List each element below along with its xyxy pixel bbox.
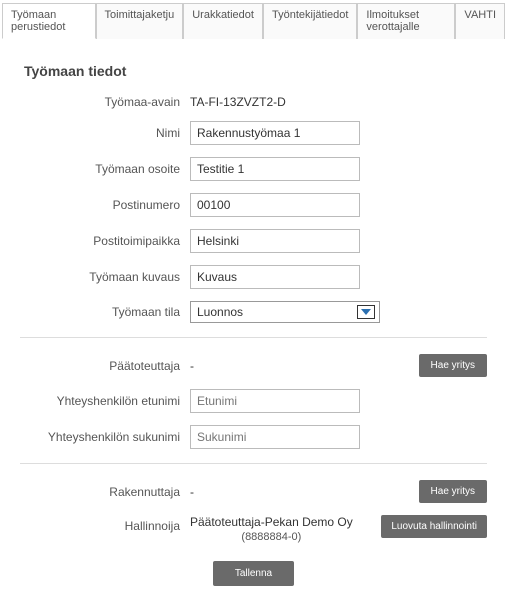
label-sukunimi: Yhteyshenkilön sukunimi	[20, 430, 190, 444]
input-osoite[interactable]	[190, 157, 360, 181]
chevron-down-icon	[357, 305, 375, 319]
section-title: Työmaan tiedot	[24, 63, 487, 79]
hae-yritys-button-paatoteuttaja[interactable]: Hae yritys	[419, 354, 487, 377]
tab-bar: Työmaan perustiedot Toimittajaketju Urak…	[2, 2, 505, 39]
input-nimi[interactable]	[190, 121, 360, 145]
hae-yritys-button-rakennuttaja[interactable]: Hae yritys	[419, 480, 487, 503]
tab-tyontekijatiedot[interactable]: Työntekijätiedot	[263, 3, 357, 39]
tab-vahti[interactable]: VAHTI	[455, 3, 505, 39]
input-postinumero[interactable]	[190, 193, 360, 217]
luovuta-hallinnointi-button[interactable]: Luovuta hallinnointi	[381, 515, 487, 538]
label-paatoteuttaja: Päätoteuttaja	[20, 359, 190, 373]
value-rakennuttaja: -	[190, 485, 194, 499]
tab-perustiedot[interactable]: Työmaan perustiedot	[2, 3, 96, 39]
tallenna-button[interactable]: Tallenna	[213, 561, 294, 586]
input-kuvaus[interactable]	[190, 265, 360, 289]
label-postitoimipaikka: Postitoimipaikka	[20, 234, 190, 248]
value-hallinnoija: Päätoteuttaja-Pekan Demo Oy	[190, 515, 353, 529]
tab-toimittajaketju[interactable]: Toimittajaketju	[96, 3, 184, 39]
label-rakennuttaja: Rakennuttaja	[20, 485, 190, 499]
label-osoite: Työmaan osoite	[20, 162, 190, 176]
tab-urakkatiedot[interactable]: Urakkatiedot	[183, 3, 263, 39]
value-paatoteuttaja: -	[190, 359, 194, 373]
tab-ilmoitukset[interactable]: Ilmoitukset verottajalle	[357, 3, 455, 39]
separator	[20, 463, 487, 464]
separator	[20, 337, 487, 338]
form-panel: Työmaan tiedot Työmaa-avain TA-FI-13ZVZT…	[0, 39, 507, 610]
label-etunimi: Yhteyshenkilön etunimi	[20, 394, 190, 408]
label-tila: Työmaan tila	[20, 305, 190, 319]
select-tila-value: Luonnos	[197, 305, 243, 319]
label-hallinnoija: Hallinnoija	[20, 515, 190, 533]
value-tyomaa-avain: TA-FI-13ZVZT2-D	[190, 95, 286, 109]
input-postitoimipaikka[interactable]	[190, 229, 360, 253]
input-etunimi[interactable]	[190, 389, 360, 413]
value-hallinnoija-sub: (8888884-0)	[190, 531, 353, 543]
select-tila[interactable]: Luonnos	[190, 301, 380, 323]
label-nimi: Nimi	[20, 126, 190, 140]
input-sukunimi[interactable]	[190, 425, 360, 449]
label-tyomaa-avain: Työmaa-avain	[20, 95, 190, 109]
label-postinumero: Postinumero	[20, 198, 190, 212]
label-kuvaus: Työmaan kuvaus	[20, 270, 190, 284]
